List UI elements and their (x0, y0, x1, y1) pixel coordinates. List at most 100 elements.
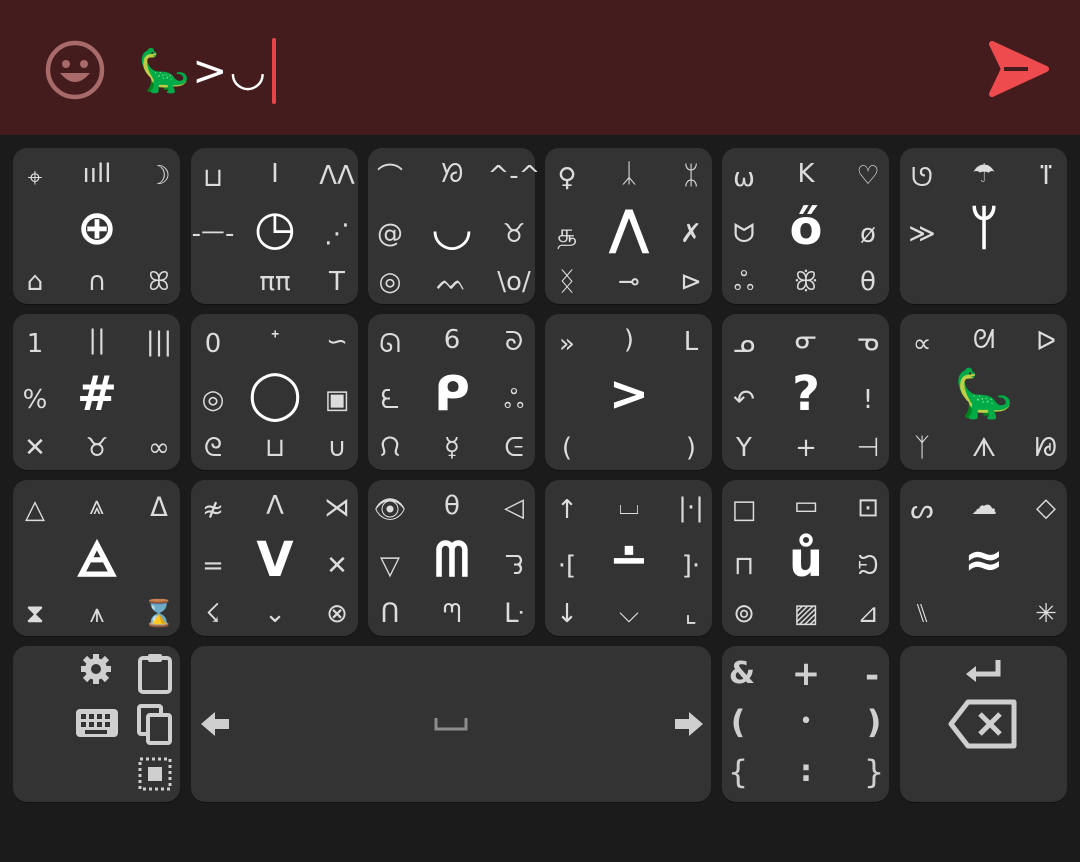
symbol-glyph (954, 596, 1014, 632)
key-group-2[interactable]: ⊔ I ɅΛ -ᅳ- ◷ ⋰ ππ T (191, 148, 358, 304)
operator-ampersand: & (728, 656, 756, 691)
operator-close-brace: } (863, 753, 885, 791)
symbol-glyph: ᔕ (910, 495, 934, 525)
symbol-glyph: ⩚ (89, 599, 105, 629)
symbol-glyph: ⊸ (618, 267, 640, 297)
key-group-14[interactable]: ≉ Λ ⋊ = V ✕ ☇ ⌄ ⊗ (191, 480, 358, 636)
symbol-glyph: ππ (259, 267, 291, 297)
key-group-3[interactable]: ⌒ ᘞ ^-^ @ ◡ ♉ ◎ ᨓ \o/ (368, 148, 540, 304)
symbol-glyph: ) (623, 325, 635, 355)
gear-icon[interactable] (79, 652, 113, 686)
symbol-glyph-main: ᑭ (434, 366, 470, 422)
symbol-glyph (599, 430, 659, 466)
symbol-glyph: ✕ (24, 433, 46, 463)
symbol-glyph-main: ⋀ (608, 200, 650, 256)
symbol-glyph (954, 264, 1014, 300)
enter-backspace-key[interactable] (900, 646, 1067, 802)
symbol-glyph: ∩ (87, 267, 107, 297)
arrow-left-icon[interactable] (199, 710, 231, 738)
send-button[interactable] (988, 40, 1050, 98)
key-group-18[interactable]: ᔕ ☁ ◇ ≈ ⑊ ✳ (900, 480, 1067, 636)
symbol-glyph: ≫ (908, 219, 936, 249)
key-group-13[interactable]: △ ⩓ ᐃ 🜁 ⧗ ⩚ ⌛ (13, 480, 180, 636)
symbol-glyph: T (329, 267, 345, 297)
emoji-button[interactable] (44, 39, 106, 101)
message-input[interactable]: 🦕>◡ (138, 38, 277, 104)
symbol-glyph: ▨ (793, 599, 819, 629)
symbol-glyph: ||| (145, 327, 173, 357)
symbol-glyph: @ (377, 219, 403, 249)
symbol-glyph: ↓ (556, 599, 578, 629)
key-group-17[interactable]: □ ▭ ⊡ ⊓ ů ᙊ ⊚ ▨ ⊿ (722, 480, 889, 636)
key-group-16[interactable]: ↑ ⌴ |·| ·[∸]· ↓ ⌵ ⌞ (545, 480, 712, 636)
symbol-glyph: = (202, 551, 224, 581)
symbol-glyph-main: ő (789, 200, 823, 256)
key-group-6[interactable]: ᘎ ☂ ⴶ ≫ ᛘ (900, 148, 1067, 304)
symbol-glyph: ɅΛ (319, 161, 355, 191)
operator-open-paren: ( (730, 703, 746, 741)
enter-icon[interactable] (964, 658, 1004, 684)
symbol-glyph (661, 382, 721, 418)
keyboard-icon[interactable] (75, 708, 119, 738)
symbol-glyph-main: > (608, 366, 650, 422)
arrow-right-icon[interactable] (673, 710, 705, 738)
symbol-glyph: ⋰ (324, 219, 350, 249)
operators-key[interactable]: & + - ( • ) { : } (722, 646, 889, 802)
symbol-glyph: ᙁ (379, 433, 401, 463)
symbol-glyph: ııll (82, 159, 112, 189)
tools-key (13, 646, 180, 802)
key-group-8[interactable]: 0 ᐩ ∽ ◎ ◯ ▣ ᘓ ⊔ ∪ (191, 314, 358, 470)
symbol-glyph: 0 (204, 329, 222, 359)
symbol-glyph-main: ᛘ (969, 200, 999, 256)
symbol-glyph: ↑ (556, 495, 578, 525)
symbol-glyph: ᓂ (794, 325, 818, 355)
copy-icon[interactable] (137, 704, 173, 746)
symbol-glyph: ✳ (1035, 599, 1057, 629)
symbol-glyph: ᘓ (203, 433, 223, 463)
symbol-glyph-main: 🦕 (954, 366, 1014, 422)
symbol-glyph: ]· (681, 551, 701, 581)
symbol-glyph: ⊔ (202, 163, 224, 193)
text-caret (272, 38, 277, 104)
symbol-glyph: ஃ (733, 267, 755, 297)
key-group-1[interactable]: ⌖ ııll ☽ ⊕ ⌂ ∩ ꕤ (13, 148, 180, 304)
symbol-glyph-main: ◷ (254, 200, 296, 256)
symbol-glyph: % (22, 385, 48, 415)
key-group-15[interactable]: 👁 θ ◁ ▽ ᗰ ᘊ ᑎ ᘉ ᒷ (368, 480, 535, 636)
symbol-glyph: ᘏ (379, 329, 401, 359)
key-group-11[interactable]: ᓄ ᓂ ᓀ ↶?! Y + ⊣ (722, 314, 889, 470)
symbol-glyph: ↶ (733, 385, 755, 415)
key-group-5[interactable]: ω K ♡ ᗢ ő ø ஃ ꕥ θ (722, 148, 889, 304)
symbol-glyph-main: # (76, 366, 118, 422)
symbol-glyph: -ᅳ- (191, 219, 235, 249)
symbol-glyph: ☽ (147, 161, 171, 191)
symbol-glyph (1016, 548, 1076, 584)
space-key[interactable] (191, 646, 711, 802)
symbol-glyph: ⊔ (264, 433, 286, 463)
key-group-9[interactable]: ᘏ 6 ᘐ ᘍ ᑭ ஃ ᙁ ☿ ᕮ (368, 314, 535, 470)
key-group-12[interactable]: ∝ ᘛ ᐅ 🦕 ᛉ ᗑ ᘘ (900, 314, 1067, 470)
operator-colon: : (800, 754, 812, 789)
operator-close-paren: ) (866, 703, 882, 741)
symbol-glyph: ᓄ (732, 329, 756, 359)
symbol-glyph-main: ᗰ (434, 532, 470, 588)
symbol-glyph: 6 (443, 325, 461, 355)
clipboard-icon[interactable] (137, 652, 173, 694)
backspace-icon[interactable] (948, 698, 1018, 750)
symbol-glyph: ௲ (557, 219, 577, 249)
key-group-7[interactable]: 1 || |||% # ✕ ♉ ∞ (13, 314, 180, 470)
symbol-glyph: ∝ (912, 329, 932, 359)
symbol-glyph: + (795, 433, 817, 463)
symbol-glyph: ( (561, 433, 573, 463)
symbol-glyph: ☂ (972, 159, 996, 189)
key-group-4[interactable]: ♀ ᛣ ᛯ ௲ ⋀ ✗ ᛝ ⊸ ⊳ (545, 148, 712, 304)
symbol-glyph-main: ? (792, 366, 820, 422)
symbol-glyph (129, 216, 189, 252)
symbol-glyph-main: ů (788, 532, 824, 588)
key-group-10[interactable]: ») L > () (545, 314, 712, 470)
symbol-glyph-main: ◯ (248, 366, 302, 422)
select-all-icon[interactable] (137, 756, 173, 792)
symbol-glyph: ☁ (971, 491, 997, 521)
symbol-glyph: □ (731, 495, 757, 525)
symbol-glyph: I (271, 159, 279, 189)
